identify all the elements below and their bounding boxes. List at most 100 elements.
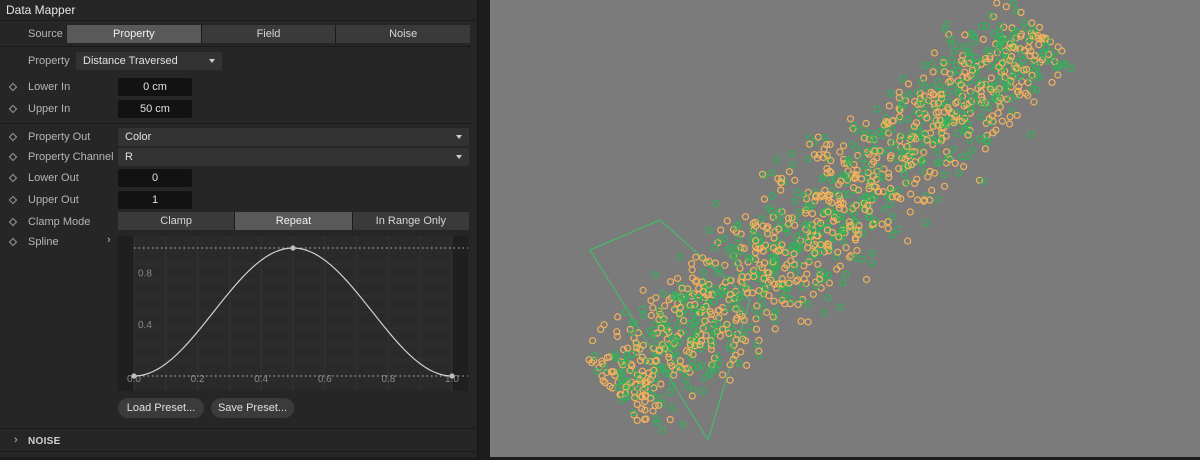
particle [940, 182, 949, 190]
particle [884, 224, 892, 233]
particle [791, 221, 799, 229]
particle [804, 155, 812, 163]
data-mapper-panel: Data Mapper Source Property Field Noise … [0, 0, 478, 457]
spline-x-tick-label: 0.6 [318, 374, 332, 385]
property-channel-dropdown[interactable]: R [118, 148, 469, 166]
lower-in-field[interactable]: 0 cm [118, 78, 192, 96]
particle [726, 341, 734, 349]
particle [726, 376, 734, 384]
particle [909, 126, 917, 134]
particle [804, 300, 812, 309]
particle [934, 77, 942, 86]
particle [707, 345, 716, 353]
spline-y-tick-label: 0.8 [138, 269, 152, 280]
spline-label: Spline [28, 236, 59, 248]
lower-out-field[interactable]: 0 [118, 169, 192, 187]
source-tab-property[interactable]: Property [67, 25, 201, 43]
particle [798, 283, 807, 291]
particle [705, 226, 713, 234]
particle [894, 225, 902, 233]
chevron-right-icon[interactable]: › [14, 434, 18, 446]
particle [1028, 19, 1036, 27]
diamond-icon[interactable] [8, 173, 18, 183]
particle [759, 305, 767, 313]
particle [808, 210, 817, 218]
particle [886, 200, 894, 209]
particle [842, 270, 850, 278]
diamond-icon[interactable] [8, 152, 18, 162]
spline-graph[interactable]: 0.0 0.2 0.4 0.6 0.8 1.00.40.8 [118, 236, 468, 391]
diamond-icon[interactable] [8, 217, 18, 227]
particle [868, 249, 876, 257]
source-tab-field[interactable]: Field [201, 25, 336, 43]
particle [1017, 50, 1025, 59]
upper-in-field[interactable]: 50 cm [118, 100, 192, 118]
diamond-icon[interactable] [8, 195, 18, 205]
particle [821, 134, 829, 142]
particle [768, 192, 776, 200]
source-segmented-control: Property Field Noise [67, 25, 471, 43]
source-label: Source [28, 28, 63, 40]
particle [888, 125, 897, 134]
clamp-mode-in-range-only[interactable]: In Range Only [352, 212, 469, 230]
divider [0, 123, 470, 124]
particle [840, 238, 848, 246]
particle [842, 244, 850, 252]
particle-scene[interactable] [490, 0, 1200, 457]
particle [993, 0, 1001, 7]
particle [934, 195, 942, 203]
save-preset-button[interactable]: Save Preset... [211, 398, 294, 418]
particle [688, 260, 696, 268]
divider [0, 451, 478, 452]
divider [0, 428, 478, 429]
particle [862, 275, 871, 284]
diamond-icon[interactable] [8, 132, 18, 142]
particle [929, 68, 937, 76]
particle [829, 217, 838, 225]
spline-x-tick-label: 0.8 [381, 374, 395, 385]
load-preset-button[interactable]: Load Preset... [118, 398, 204, 418]
particle [688, 266, 696, 274]
particle [1002, 3, 1010, 11]
property-dropdown[interactable]: Distance Traversed [76, 52, 222, 70]
particle [839, 142, 848, 150]
particle [896, 116, 904, 125]
particle [812, 282, 820, 290]
particle [906, 208, 914, 216]
particle [588, 337, 597, 345]
particle [791, 176, 799, 184]
particle [920, 106, 928, 115]
property-out-dropdown[interactable]: Color [118, 128, 469, 146]
particle [719, 371, 727, 379]
chevron-right-icon[interactable]: › [107, 234, 111, 246]
source-tab-noise[interactable]: Noise [336, 25, 471, 43]
spline-editor[interactable]: 0.0 0.2 0.4 0.6 0.8 1.0 0.4 0.8 [118, 236, 468, 391]
particle [647, 311, 655, 320]
particle [717, 226, 725, 234]
particle [1035, 41, 1043, 49]
divider [0, 20, 478, 21]
particle [688, 392, 696, 400]
particle [960, 163, 968, 171]
particle [765, 292, 773, 300]
noise-section-header[interactable]: NOISE [28, 436, 61, 447]
particle [964, 152, 972, 160]
particle [895, 186, 903, 194]
particle [770, 234, 778, 242]
3d-viewport[interactable] [490, 0, 1200, 457]
particle [689, 386, 697, 394]
clamp-mode-repeat[interactable]: Repeat [235, 212, 352, 230]
clamp-mode-clamp[interactable]: Clamp [118, 212, 235, 230]
particle [941, 25, 949, 33]
particle [638, 305, 646, 313]
particle [1005, 120, 1014, 128]
particle [839, 279, 847, 287]
diamond-icon[interactable] [8, 104, 18, 114]
diamond-icon[interactable] [8, 237, 18, 247]
particle [905, 115, 913, 123]
particle [981, 145, 989, 153]
upper-out-field[interactable]: 1 [118, 191, 192, 209]
diamond-icon[interactable] [8, 82, 18, 92]
particle [885, 173, 893, 181]
particle [1054, 71, 1062, 79]
